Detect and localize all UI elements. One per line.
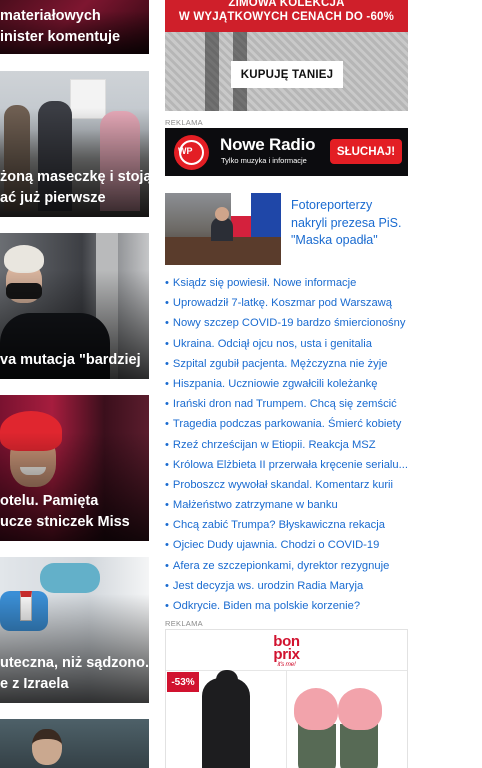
news-tile[interactable]: va mutacja "bardziej — [0, 233, 149, 379]
news-tile-headline: va mutacja "bardziej — [0, 352, 141, 368]
news-link[interactable]: • Ukraina. Odciął ojcu nos, usta i genita… — [165, 334, 408, 354]
promo-title: ZIMOWA KOLEKCJA W WYJĄTKOWYCH CENACH DO … — [178, 0, 395, 23]
bullet-icon: • — [165, 398, 169, 411]
product-image-dress[interactable] — [202, 678, 250, 768]
bullet-icon: • — [165, 600, 169, 612]
bullet-icon: • — [165, 357, 169, 370]
shop-logo[interactable]: bon prix it's me! — [166, 634, 407, 669]
bullet-icon: • — [165, 277, 169, 289]
bullet-icon: • — [165, 478, 169, 491]
news-link[interactable]: • Ksiądz się powiesił. Nowe informacje — [165, 273, 408, 293]
news-link[interactable]: • Chcą zabić Trumpa? Błyskawiczna rekacja — [165, 515, 408, 535]
bullet-icon: • — [165, 317, 169, 330]
ad-label: REKLAMA — [165, 619, 203, 628]
shop-cheaper-button[interactable]: KUPUJĘ TANIEJ — [231, 61, 343, 88]
ad-label: REKLAMA — [165, 118, 203, 127]
bullet-icon: • — [165, 579, 169, 592]
news-link[interactable]: • Ojciec Dudy ujawnia. Chodzi o COVID-19 — [165, 535, 408, 555]
bullet-icon: • — [165, 297, 169, 310]
news-link[interactable]: • Małżeństwo zatrzymane w banku — [165, 495, 408, 515]
news-tile-headline: żoną maseczkę i stoją ać już pierwsze — [0, 169, 149, 206]
news-link[interactable]: • Królowa Elżbieta II przerwała kręcenie … — [165, 455, 408, 475]
news-tile[interactable] — [0, 719, 149, 768]
promo-ad[interactable]: ZIMOWA KOLEKCJA W WYJĄTKOWYCH CENACH DO … — [165, 0, 408, 111]
featured-story-title[interactable]: Fotoreporterzy nakryli prezesa PiS. "Mas… — [291, 197, 409, 250]
featured-story-image — [165, 193, 281, 265]
radio-tagline: Tylko muzyka i informacje — [221, 156, 307, 165]
news-link[interactable]: • Tragedia podczas parkowania. Śmierć kob… — [165, 414, 408, 434]
news-link[interactable]: • Afera ze szczepionkami, dyrektor rezygn… — [165, 556, 408, 576]
bullet-icon: • — [165, 377, 169, 390]
news-link[interactable]: • Irański dron nad Trumpem. Chcą się zemś… — [165, 394, 408, 414]
news-tile-headline: materiałowych inister komentuje — [0, 8, 121, 45]
bullet-icon: • — [165, 458, 169, 471]
news-link[interactable]: • Proboszcz wywołał skandal. Komentarz ku… — [165, 475, 408, 495]
news-link[interactable]: • Nowy szczep COVID-19 bardzo śmiercionoś… — [165, 313, 408, 333]
news-tile-headline: otelu. Pamięta ucze stniczek Miss — [0, 493, 130, 530]
news-tile-image — [0, 719, 149, 768]
bullet-icon: • — [165, 539, 169, 552]
news-link[interactable]: • Odkrycie. Biden ma polskie korzenie? — [165, 596, 408, 616]
news-link[interactable]: • Uprowadził 7-latkę. Koszmar pod Warszaw… — [165, 293, 408, 313]
radio-name: Nowe Radio — [220, 135, 316, 154]
bullet-icon: • — [165, 559, 169, 572]
news-tile[interactable]: materiałowych inister komentuje — [0, 0, 149, 54]
news-list: • Ksiądz się powiesił. Nowe informacje • U… — [165, 273, 408, 616]
bullet-icon: • — [165, 519, 169, 532]
discount-badge: -53% — [167, 672, 199, 692]
news-tile-headline: uteczna, niż sądzono. e z Izraela — [0, 655, 149, 692]
shop-ad[interactable]: bon prix it's me! -53% — [165, 629, 408, 768]
radio-ad[interactable]: WP Nowe Radio Tylko muzyka i informacje … — [165, 128, 408, 176]
polish-flag-icon — [231, 193, 251, 239]
news-tile[interactable]: żoną maseczkę i stoją ać już pierwsze — [0, 71, 149, 217]
bullet-icon: • — [165, 337, 169, 350]
eu-flag-icon — [251, 193, 281, 239]
bullet-icon: • — [165, 499, 169, 512]
listen-button[interactable]: SŁUCHAJ! — [330, 139, 402, 164]
news-link[interactable]: • Hiszpania. Uczniowie zgwałcili koleżank… — [165, 374, 408, 394]
news-link[interactable]: • Szpital zgubił pacjenta. Mężczyzna nie … — [165, 354, 408, 374]
news-tile[interactable]: otelu. Pamięta ucze stniczek Miss — [0, 395, 149, 541]
product-image-lingerie[interactable] — [288, 678, 407, 768]
featured-story[interactable]: Fotoreporterzy nakryli prezesa PiS. "Mas… — [165, 193, 408, 265]
news-tile[interactable]: uteczna, niż sądzono. e z Izraela — [0, 557, 149, 703]
bullet-icon: • — [165, 418, 169, 431]
bullet-icon: • — [165, 438, 169, 451]
right-sidebar: ZIMOWA KOLEKCJA W WYJĄTKOWYCH CENACH DO … — [165, 0, 408, 768]
news-link[interactable]: • Jest decyzja ws. urodzin Radia Maryja — [165, 576, 408, 596]
news-link[interactable]: • Rzeź chrześcijan w Etiopii. Reakcja MSZ — [165, 435, 408, 455]
left-news-column: materiałowych inister komentuje żoną mas… — [0, 0, 150, 768]
